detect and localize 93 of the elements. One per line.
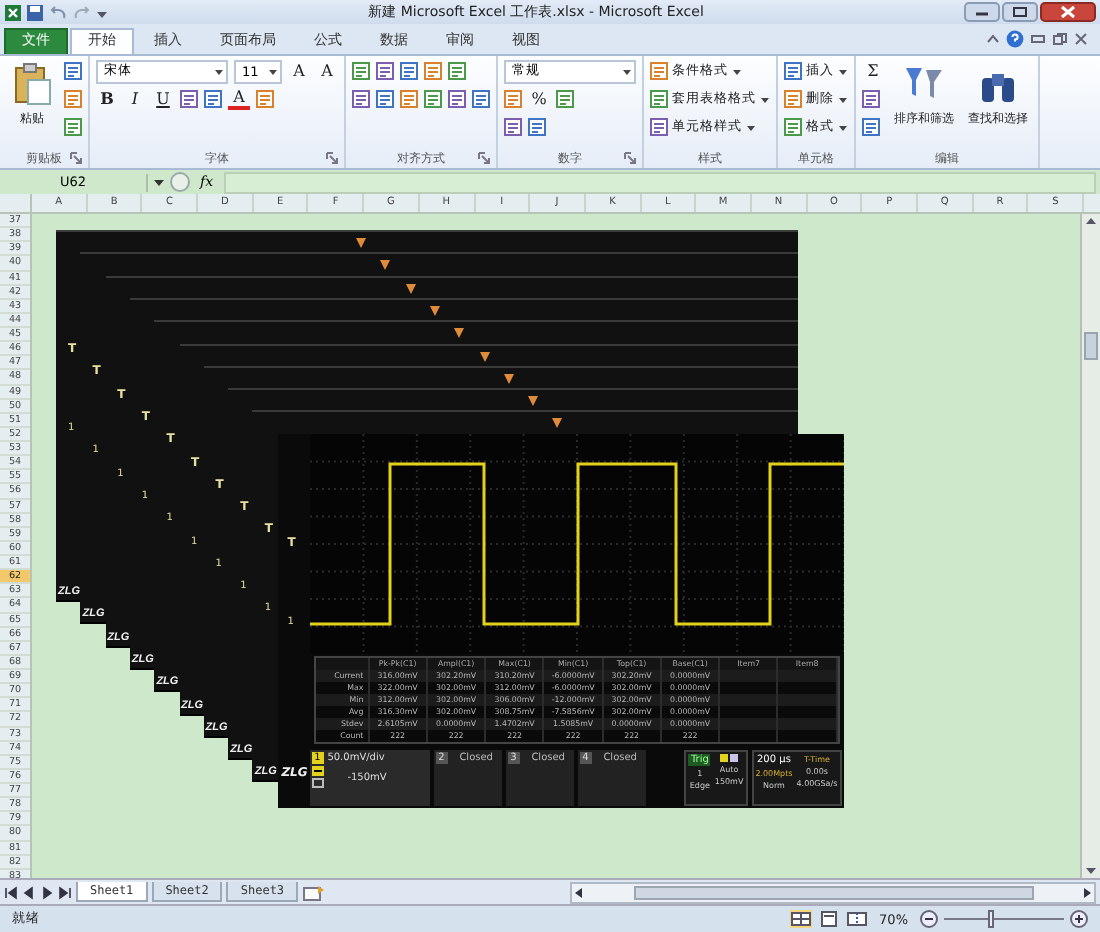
- format-button[interactable]: %: [528, 88, 550, 110]
- page-icon[interactable]: [650, 118, 668, 136]
- page-icon[interactable]: [352, 90, 370, 108]
- page-icon[interactable]: [352, 62, 370, 80]
- scroll-thumb[interactable]: [1084, 332, 1098, 360]
- undo-icon[interactable]: [48, 3, 68, 21]
- page-icon[interactable]: [376, 90, 394, 108]
- page-icon[interactable]: [424, 90, 442, 108]
- page-icon[interactable]: [504, 90, 522, 108]
- page-icon[interactable]: [862, 90, 880, 108]
- dialog-launcher-icon[interactable]: [624, 152, 636, 164]
- trigger-marker-icon: [429, 305, 440, 316]
- coupling-icon: [311, 765, 324, 776]
- trigger-marker-icon: [380, 260, 391, 271]
- trigger-marker-icon: [503, 373, 514, 384]
- close-icon[interactable]: [1040, 2, 1096, 22]
- table-cell: [315, 657, 370, 670]
- page-icon[interactable]: [400, 62, 418, 80]
- page-icon[interactable]: [472, 90, 490, 108]
- caret-icon[interactable]: [732, 67, 742, 75]
- page-icon[interactable]: [256, 90, 274, 108]
- caret-icon[interactable]: [838, 123, 848, 131]
- format-button[interactable]: U: [152, 88, 174, 110]
- page-icon[interactable]: [504, 118, 522, 136]
- scroll-thumb[interactable]: [633, 885, 1034, 899]
- page-icon[interactable]: [784, 62, 802, 80]
- format-button[interactable]: A: [228, 88, 250, 110]
- help-icon[interactable]: [1006, 30, 1024, 48]
- format-button[interactable]: B: [96, 88, 118, 110]
- caret-icon[interactable]: [760, 95, 770, 103]
- format-button[interactable]: Σ: [862, 60, 884, 82]
- page-icon[interactable]: [862, 118, 880, 136]
- caret-icon[interactable]: [214, 67, 224, 75]
- format-button[interactable]: A: [316, 60, 338, 82]
- formula-input-field[interactable]: [223, 171, 1096, 193]
- clipboard-icon: [10, 62, 54, 106]
- page-icon[interactable]: [650, 62, 668, 80]
- trigger-marker-icon: [552, 418, 563, 429]
- next-sheet-icon[interactable]: [40, 885, 54, 899]
- caret-icon[interactable]: [268, 67, 278, 75]
- save-icon[interactable]: [26, 3, 44, 21]
- dialog-launcher-icon[interactable]: [478, 152, 490, 164]
- page-icon[interactable]: [64, 62, 82, 80]
- caret-icon[interactable]: [838, 67, 848, 75]
- collapse-ribbon-icon[interactable]: [986, 32, 1000, 46]
- caret-icon[interactable]: [152, 175, 166, 189]
- restore-icon[interactable]: [1052, 32, 1068, 46]
- close-icon[interactable]: [1074, 32, 1088, 46]
- page-icon[interactable]: [180, 90, 198, 108]
- page-icon[interactable]: [376, 62, 394, 80]
- probe-icon: [311, 777, 324, 788]
- trigger-marker-icon: [454, 328, 465, 339]
- caret-icon[interactable]: [746, 123, 756, 131]
- first-sheet-icon[interactable]: [4, 885, 18, 899]
- trigger-marker-icon: [479, 351, 489, 361]
- slider-thumb[interactable]: [988, 910, 994, 928]
- page-icon[interactable]: [424, 62, 442, 80]
- page-icon[interactable]: [448, 62, 466, 80]
- dialog-launcher-icon[interactable]: [326, 152, 338, 164]
- caret-icon[interactable]: [622, 67, 632, 75]
- scroll-right-icon[interactable]: [1082, 885, 1094, 899]
- spreadsheet-app-icon[interactable]: [4, 3, 22, 21]
- page-icon[interactable]: [556, 90, 574, 108]
- trigger-marker-icon: [356, 238, 366, 248]
- insert-sheet-icon[interactable]: [302, 883, 327, 901]
- page-icon[interactable]: [784, 90, 802, 108]
- horizontal-scrollbar[interactable]: [570, 881, 1096, 903]
- zoom-out-icon[interactable]: [920, 910, 938, 928]
- minimize-icon[interactable]: [1030, 32, 1046, 46]
- page-icon[interactable]: [784, 118, 802, 136]
- page-icon[interactable]: [528, 118, 546, 136]
- channel-color-icon: [720, 753, 739, 762]
- page-break-view-icon[interactable]: [845, 910, 868, 928]
- formula-divider-handle[interactable]: [170, 172, 190, 192]
- format-button[interactable]: I: [124, 88, 146, 110]
- page-icon[interactable]: [400, 90, 418, 108]
- page-icon[interactable]: [64, 90, 82, 108]
- zoom-in-icon[interactable]: [1070, 910, 1088, 928]
- previous-sheet-icon[interactable]: [22, 885, 36, 899]
- page-icon[interactable]: [64, 118, 82, 136]
- page-icon[interactable]: [204, 90, 222, 108]
- scroll-left-icon[interactable]: [572, 885, 585, 899]
- dialog-launcher-icon[interactable]: [70, 152, 82, 164]
- maximize-icon[interactable]: [1002, 2, 1038, 22]
- caret-icon[interactable]: [838, 95, 848, 103]
- last-sheet-icon[interactable]: [58, 885, 72, 899]
- vertical-scrollbar[interactable]: [1080, 214, 1100, 878]
- minimize-icon[interactable]: [964, 2, 1000, 22]
- page-layout-view-icon[interactable]: [817, 910, 840, 928]
- normal-view-icon[interactable]: [789, 910, 812, 928]
- page-icon[interactable]: [650, 90, 668, 108]
- format-button[interactable]: A: [288, 60, 310, 82]
- page-icon[interactable]: [448, 90, 466, 108]
